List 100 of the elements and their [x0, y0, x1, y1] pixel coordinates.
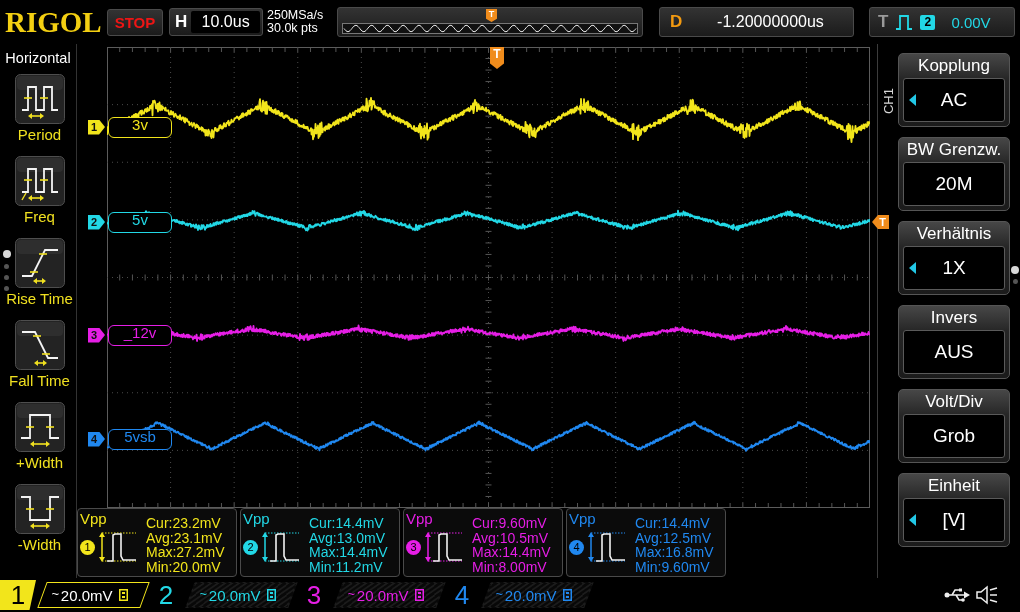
softkey-label: Einheit: [927, 475, 981, 497]
measurement-value: Min:9.60mV: [635, 559, 711, 574]
vertical-scale: 20.0mV: [504, 586, 557, 604]
measurement-value: Max:14.4mV: [472, 545, 551, 560]
memory-depth: 30.0k pts: [267, 22, 319, 35]
channel-label: 5vsb: [108, 428, 172, 450]
measurement-value: Avg:12.5mV: [635, 530, 712, 545]
bandwidth-limit-icon: [415, 589, 425, 601]
measurement-type: Vpp: [406, 510, 434, 527]
usb-icon: [944, 588, 970, 602]
pulse-amplitude-icon: [98, 531, 138, 563]
pulse-amplitude-icon: [261, 531, 301, 563]
trigger-level-marker: T: [872, 215, 889, 229]
trigger-label: T: [878, 12, 889, 32]
delay-label: D: [670, 12, 684, 32]
rise-time-icon: [14, 238, 65, 288]
channel-badge: 2: [243, 539, 258, 555]
run-status: STOP: [107, 8, 163, 36]
channel-scale-panel[interactable]: ~20.0mV: [185, 582, 298, 608]
timebase-label: H: [175, 12, 188, 32]
measure-button[interactable]: -Width: [14, 484, 65, 553]
softkey-value-button[interactable]: AC: [903, 78, 1005, 122]
measure-button[interactable]: Rise Time: [6, 238, 73, 307]
channel-badge: 1: [80, 539, 95, 555]
measurement-value: Max:16.8mV: [635, 545, 714, 560]
pulse-amplitude-icon: [587, 531, 627, 563]
channel-badge: 4: [569, 539, 584, 555]
speaker-icon: [976, 585, 998, 605]
vertical-scale: 20.0mV: [208, 586, 261, 604]
channel-menu-title: CH1: [881, 88, 896, 114]
adjust-arrow-icon: [909, 262, 916, 274]
trigger-position-marker: T: [486, 9, 497, 22]
softkey-value-button[interactable]: AUS: [903, 330, 1005, 374]
bandwidth-limit-icon: [267, 589, 277, 601]
pulse-amplitude-icon: [424, 531, 464, 563]
softkey-value-button[interactable]: [V]: [903, 498, 1005, 542]
measurement-value: Min:20.0mV: [146, 559, 222, 574]
frequency-icon: [14, 156, 65, 206]
softkey-label: Volt/Div: [924, 391, 984, 413]
measure-button[interactable]: Freq: [14, 156, 65, 225]
sample-rate: 250MSa/s: [267, 9, 325, 22]
channel-scale-panel[interactable]: ~20.0mV: [481, 582, 594, 608]
channel-label: 5v: [108, 211, 172, 233]
softkey-value-button[interactable]: 1X: [903, 246, 1005, 290]
bandwidth-limit-icon: [563, 589, 573, 601]
period-icon: [14, 74, 65, 124]
coupling-symbol: ~: [495, 586, 504, 601]
softkey-label: Invers: [929, 307, 979, 329]
measure-button[interactable]: Period: [14, 74, 65, 143]
softkey-value-button[interactable]: 20M: [903, 162, 1005, 206]
bandwidth-limit-icon: [119, 589, 129, 601]
adjust-arrow-icon: [909, 94, 916, 106]
positive-width-icon: [14, 402, 65, 452]
measurement-value: Avg:10.5mV: [472, 530, 549, 545]
delay-value: -1.20000000us: [716, 13, 825, 31]
channel-scale-panel[interactable]: ~20.0mV: [333, 582, 446, 608]
measurement-value: Min:11.2mV: [309, 559, 384, 574]
trigger-source-badge: 2: [920, 14, 936, 30]
softkey-label: Verhältnis: [915, 223, 993, 245]
softkey-value-button[interactable]: Grob: [903, 414, 1005, 458]
channel-marker[interactable]: 2: [88, 214, 105, 230]
channel-number[interactable]: 1: [0, 580, 36, 610]
channel-scale-panel[interactable]: ~20.0mV: [37, 582, 150, 608]
trigger-position-marker: T: [490, 47, 504, 69]
channel-number[interactable]: 2: [148, 580, 184, 610]
channel-number[interactable]: 3: [296, 580, 332, 610]
channel-badge: 3: [406, 539, 421, 555]
measurement-value: Min:8.00mV: [472, 559, 548, 574]
measurement-type: Vpp: [243, 510, 271, 527]
measurement-type: Vpp: [80, 510, 108, 527]
fall-time-icon: [14, 320, 65, 370]
measurement-value: Cur:14.4mV: [309, 516, 385, 531]
measurement-value: Cur:9.60mV: [472, 516, 548, 531]
softkey-label: BW Grenzw.: [905, 139, 1003, 161]
channel-label: _12v: [108, 324, 172, 346]
brand-logo: RIGOL: [5, 7, 103, 37]
measurement-value: Avg:13.0mV: [309, 530, 386, 545]
channel-marker[interactable]: 3: [88, 327, 105, 343]
vertical-scale: 20.0mV: [60, 586, 113, 604]
measurement-value: Max:14.4mV: [309, 545, 388, 560]
pulse-trigger-icon: [896, 14, 913, 30]
negative-width-icon: [14, 484, 65, 534]
measure-button[interactable]: Fall Time: [9, 320, 70, 389]
channel-label: 3v: [108, 116, 172, 138]
channel-marker[interactable]: 4: [88, 431, 105, 447]
coupling-symbol: ~: [51, 586, 60, 601]
softkey-label: Kopplung: [917, 55, 991, 77]
measurement-value: Cur:14.4mV: [635, 516, 711, 531]
trigger-level: 0.00V: [951, 13, 991, 31]
measurement-value: Avg:23.1mV: [146, 530, 223, 545]
measure-button[interactable]: +Width: [14, 402, 65, 471]
measurement-value: Max:27.2mV: [146, 545, 225, 560]
adjust-arrow-icon: [909, 514, 916, 526]
coupling-symbol: ~: [347, 586, 356, 601]
channel-marker[interactable]: 1: [88, 119, 105, 135]
measurement-value: Cur:23.2mV: [146, 516, 222, 531]
timebase-value: 10.0us: [191, 11, 260, 33]
channel-number[interactable]: 4: [444, 580, 480, 610]
menu-title: Horizontal: [4, 49, 72, 68]
vertical-scale: 20.0mV: [356, 586, 409, 604]
